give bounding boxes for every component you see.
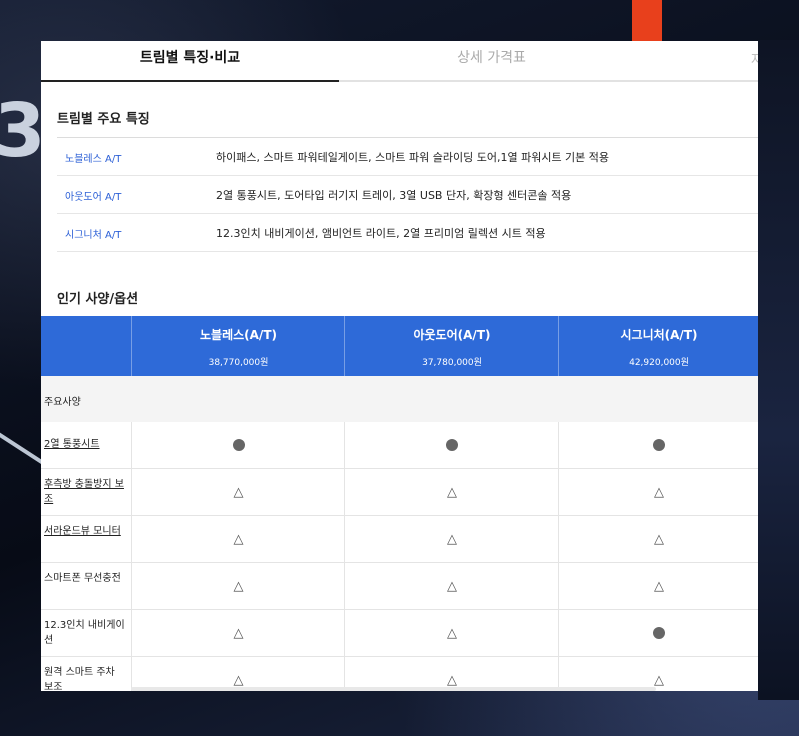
trim-feature-list: 노블레스 A/T 하이패스, 스마트 파워테일게이트, 스마트 파워 슬라이딩 … [57,137,758,252]
triangle-icon: △ [654,578,664,594]
column-header-outdoor: 아웃도어(A/T) 37,780,000원 [344,316,559,376]
trim-link-signature[interactable]: 시그니처 A/T [65,226,121,241]
trim-description: 2열 통풍시트, 도어타입 러기지 트레이, 3열 USB 단자, 확장형 센터… [216,189,572,202]
list-item: 시그니처 A/T 12.3인치 내비게이션, 앰비언트 라이트, 2열 프리미엄… [57,214,758,252]
feature-cell: △ [131,563,345,609]
group-row: 주요사양 [41,376,758,422]
trim-link-noblesse[interactable]: 노블레스 A/T [65,150,121,165]
triangle-icon: △ [233,578,244,594]
tab-bar: 트림별 특징·비교 상세 가격표 자 [41,41,758,82]
background-red-shape [632,0,662,42]
trim-comparison-panel: 트림별 특징·비교 상세 가격표 자 트림별 주요 특징 노블레스 A/T 하이… [41,41,758,691]
options-comparison-table: 노블레스(A/T) 38,770,000원 아웃도어(A/T) 37,780,0… [41,316,758,691]
feature-cell: △ [558,469,758,515]
feature-label: 스마트폰 무선충전 [44,573,121,584]
feature-cell: △ [558,516,758,562]
feature-label[interactable]: 2열 통풍시트 [44,437,126,452]
feature-rows: 2열 통풍시트 후측방 충돌방지 보조 △ △ △ 서라운드뷰 모니터 △ △ △ 스마트폰 무선… [41,422,758,691]
trim-link-outdoor[interactable]: 아웃도어 A/T [65,188,121,203]
feature-cell: △ [344,657,559,691]
triangle-icon: △ [233,531,244,547]
dot-icon [232,439,245,451]
group-label: 주요사양 [44,397,81,408]
tab-cutoff[interactable]: 자 [751,49,758,68]
background-edge [758,40,799,700]
triangle-icon: △ [654,484,664,500]
column-trim-price: 37,780,000원 [422,358,482,368]
table-row: 후측방 충돌방지 보조 △ △ △ [41,469,758,516]
feature-cell: △ [344,563,559,609]
feature-label: 원격 스마트 주차 보조 [44,667,115,691]
tab-trim-comparison[interactable]: 트림별 특징·비교 [41,41,339,82]
trim-section-title: 트림별 주요 특징 [57,112,150,127]
trim-description: 12.3인치 내비게이션, 앰비언트 라이트, 2열 프리미엄 릴렉션 시트 적… [216,227,546,240]
feature-cell: △ [344,469,559,515]
table-row: 2열 통풍시트 [41,422,758,469]
feature-cell: △ [558,657,758,691]
column-header-noblesse: 노블레스(A/T) 38,770,000원 [131,316,345,376]
feature-cell: △ [131,469,345,515]
dot-icon [446,439,458,451]
horizontal-scrollbar[interactable] [131,687,656,691]
column-trim-name: 노블레스(A/T) [200,328,277,342]
table-row: 스마트폰 무선충전 △ △ △ [41,563,758,610]
feature-cell [344,422,559,468]
dot-icon [653,439,665,451]
list-item: 아웃도어 A/T 2열 통풍시트, 도어타입 러기지 트레이, 3열 USB 단… [57,176,758,214]
feature-cell: △ [131,516,345,562]
column-header-signature: 시그니처(A/T) 42,920,000원 [558,316,758,376]
feature-label: 12.3인치 내비게이션 [44,620,125,646]
triangle-icon: △ [233,672,244,688]
feature-cell [131,422,345,468]
feature-cell: △ [344,610,559,656]
feature-cell: △ [131,657,345,691]
options-section-title: 인기 사양/옵션 [57,292,139,307]
column-trim-name: 아웃도어(A/T) [413,328,491,342]
triangle-icon: △ [447,672,457,688]
column-trim-name: 시그니처(A/T) [620,328,698,342]
table-row: 서라운드뷰 모니터 △ △ △ [41,516,758,563]
feature-label[interactable]: 후측방 충돌방지 보조 [44,477,126,507]
feature-cell: △ [558,563,758,609]
feature-label[interactable]: 서라운드뷰 모니터 [44,524,126,539]
triangle-icon: △ [233,625,244,641]
triangle-icon: △ [447,531,457,547]
feature-cell: △ [344,516,559,562]
triangle-icon: △ [654,531,664,547]
tab-price-table[interactable]: 상세 가격표 [339,41,644,80]
triangle-icon: △ [233,484,244,500]
dot-icon [653,627,665,639]
background-logo-fragment: 3 [0,88,45,174]
triangle-icon: △ [447,625,457,641]
triangle-icon: △ [447,484,457,500]
table-row: 원격 스마트 주차 보조 △ △ △ [41,657,758,691]
feature-cell: △ [131,610,345,656]
column-trim-price: 42,920,000원 [629,358,689,368]
column-trim-price: 38,770,000원 [208,358,269,368]
feature-cell [558,422,758,468]
feature-cell [558,610,758,656]
table-header: 노블레스(A/T) 38,770,000원 아웃도어(A/T) 37,780,0… [41,316,758,376]
table-row: 12.3인치 내비게이션 △ △ [41,610,758,657]
list-item: 노블레스 A/T 하이패스, 스마트 파워테일게이트, 스마트 파워 슬라이딩 … [57,138,758,176]
triangle-icon: △ [447,578,457,594]
trim-description: 하이패스, 스마트 파워테일게이트, 스마트 파워 슬라이딩 도어,1열 파워시… [216,151,610,164]
triangle-icon: △ [654,672,664,688]
